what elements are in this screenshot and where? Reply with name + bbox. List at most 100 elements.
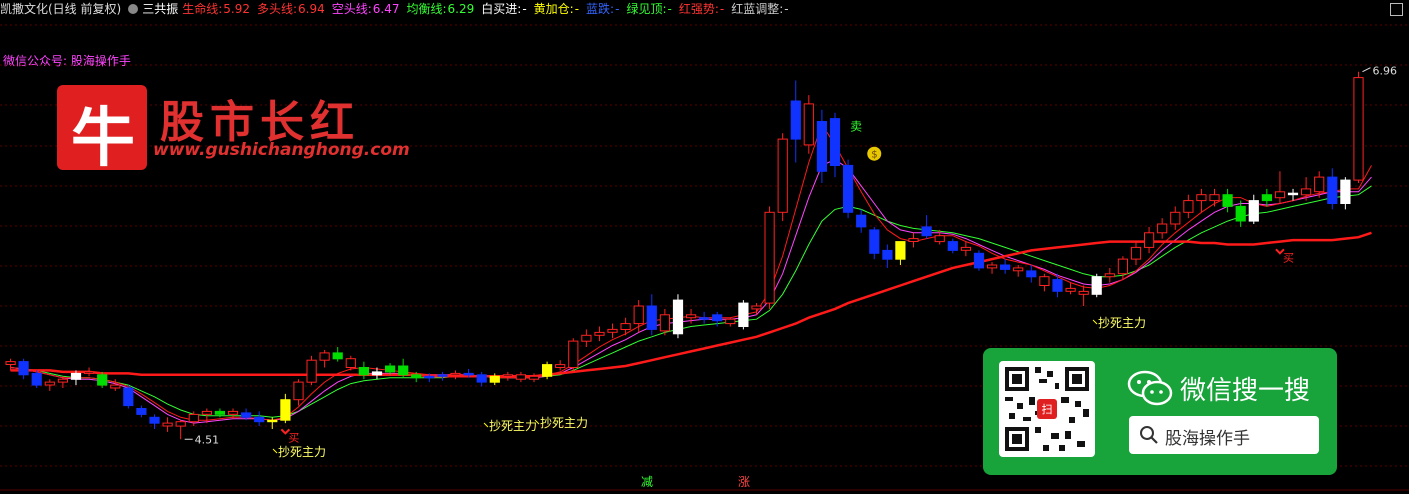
candle-body (123, 387, 134, 407)
candle-body (581, 334, 592, 342)
candle-body (1117, 258, 1129, 275)
candle-body (607, 328, 618, 333)
candle-body (1170, 211, 1181, 225)
candle-body (633, 305, 644, 325)
candle-body (934, 235, 945, 243)
candle-body (437, 374, 448, 377)
candle-body (869, 229, 880, 254)
candle-body (686, 314, 697, 319)
logo-badge: 牛 (57, 85, 147, 176)
candle-body (280, 399, 291, 421)
candle-body (725, 318, 736, 325)
candle-body (882, 249, 893, 260)
candle-body (57, 378, 68, 383)
candle-body (620, 323, 631, 331)
chaosi-arrow-icon (272, 448, 278, 454)
candle-body (332, 352, 343, 360)
candle-body (1091, 276, 1102, 295)
candle-body (1039, 276, 1050, 287)
logo-char: 牛 (71, 101, 135, 176)
candle-body (214, 410, 226, 415)
candle-body (1340, 179, 1351, 205)
high-price-label: 6.96 (1372, 65, 1397, 78)
candle-body (1078, 290, 1089, 295)
candle-body (162, 422, 173, 427)
candle-body (699, 317, 710, 320)
candle-body (555, 364, 566, 369)
sell-label: 卖 (850, 119, 862, 133)
candle-body (829, 118, 841, 166)
candle-body (921, 226, 932, 237)
candle-body (751, 305, 762, 310)
candle-body (672, 299, 684, 335)
candle-body (385, 365, 396, 373)
candle-body (227, 410, 239, 415)
candle-body (398, 365, 409, 376)
candle-body (594, 331, 605, 336)
money-bag-label: $ (871, 150, 877, 161)
low-price-label: 4.51 (195, 433, 220, 446)
candle-body (476, 374, 487, 383)
candle-body (241, 412, 252, 418)
candle-body (450, 372, 461, 376)
candle-body (843, 164, 854, 213)
candle-body (1013, 267, 1024, 272)
qr-code-icon: 扫 (999, 361, 1095, 457)
candle-body (319, 352, 330, 361)
qr-badge: 扫 (1042, 403, 1053, 416)
candle-body (463, 372, 474, 376)
candle-body (5, 361, 16, 366)
candle-body (267, 419, 278, 423)
candle-body (1065, 287, 1076, 292)
candle-body (1144, 232, 1155, 248)
candle-body (371, 371, 383, 376)
candle-body (306, 359, 317, 383)
candle-body (816, 121, 827, 172)
candle-body (411, 374, 422, 379)
candle-body (528, 375, 540, 380)
candle-body (568, 340, 579, 369)
candle-body (1274, 191, 1286, 199)
buy-label: 买 (1283, 251, 1294, 264)
candle-body (254, 416, 265, 423)
candle-body (424, 375, 435, 379)
candle-body (1261, 194, 1273, 202)
buy-label: 买 (288, 431, 299, 444)
candle-body (803, 103, 814, 146)
candle-body (856, 214, 867, 228)
candle-body (777, 138, 788, 213)
candle-body (489, 375, 500, 383)
wechat-search-box[interactable]: 股海操作手 (1129, 416, 1319, 454)
candle-body (136, 408, 147, 415)
candle-body (1235, 205, 1246, 222)
chaosi-arrow-icon (1092, 319, 1098, 325)
candle-body (646, 305, 657, 330)
candle-body (84, 371, 95, 374)
wechat-search-card[interactable]: 扫 微信搜一搜 股海操作手 (983, 348, 1337, 475)
high-pointer (1362, 67, 1371, 73)
candle-body (175, 421, 186, 427)
candle-body (1183, 200, 1194, 213)
candle-body (895, 241, 906, 260)
candle-body (1000, 264, 1011, 270)
candle-body (659, 314, 670, 332)
candle-body (149, 416, 160, 424)
candle-body (31, 372, 42, 386)
candle-body (110, 384, 121, 389)
candle-body (345, 358, 356, 369)
candle-body (1222, 194, 1233, 207)
candle-body (201, 410, 213, 415)
candle-body (973, 252, 985, 269)
candle-body (790, 100, 801, 140)
chaosi-label: 抄死主力 (540, 416, 588, 430)
candle-body (70, 372, 82, 380)
candle-body (502, 374, 513, 377)
chaosi-label: 抄死主力 (489, 419, 537, 433)
candle-body (542, 364, 553, 377)
candle-body (764, 211, 775, 304)
chaosi-label: 抄死主力 (278, 445, 326, 459)
reduce-label: 减 (641, 475, 653, 489)
candle-body (1130, 246, 1142, 260)
search-icon (1140, 426, 1158, 444)
candle-body (960, 246, 971, 251)
